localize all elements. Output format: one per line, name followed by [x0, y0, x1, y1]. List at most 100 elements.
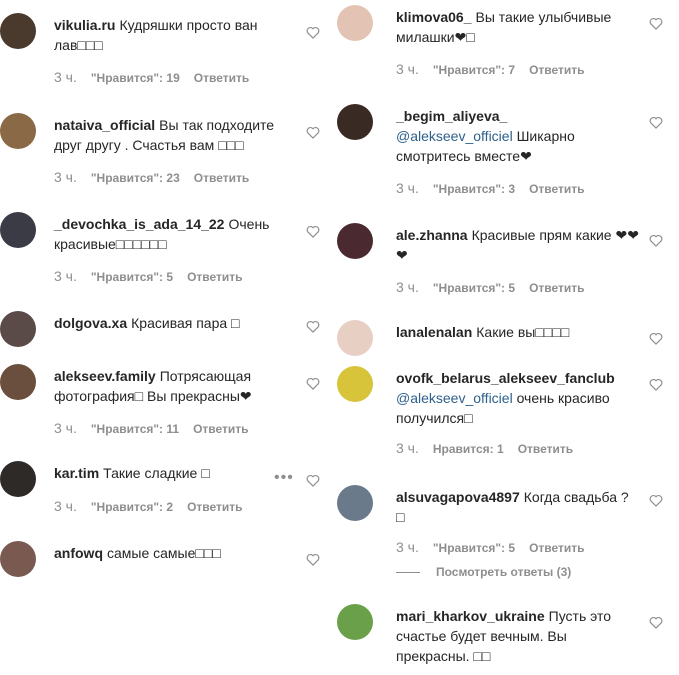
like-heart-icon[interactable]	[306, 474, 320, 487]
avatar[interactable]	[0, 364, 36, 400]
comment-time[interactable]: 3 ч.	[396, 279, 419, 295]
comment-item: nataiva_official Вы так подходите друг др…	[0, 113, 330, 193]
comment-meta: 3 ч. "Нравится": 2 Ответить	[54, 498, 243, 514]
comment-meta: 3 ч. "Нравится": 23 Ответить	[54, 169, 249, 185]
comment-time[interactable]: 3 ч.	[54, 420, 77, 436]
comment-likes[interactable]: "Нравится": 19	[91, 71, 180, 85]
comment-likes[interactable]: Нравится: 1	[433, 442, 504, 456]
avatar[interactable]	[337, 223, 373, 259]
comment-item: lanalenalan Какие вы□□□□	[337, 320, 679, 360]
more-options-icon[interactable]: •••	[274, 470, 294, 486]
like-heart-icon[interactable]	[306, 225, 320, 238]
comment-body: dolgova.xa Красивая пара □	[54, 313, 294, 333]
comment-time[interactable]: 3 ч.	[396, 180, 419, 196]
comment-time[interactable]: 3 ч.	[396, 440, 419, 456]
avatar[interactable]	[0, 461, 36, 497]
comment-meta: 3 ч. "Нравится": 5 Ответить	[396, 279, 585, 295]
comment-time[interactable]: 3 ч.	[54, 498, 77, 514]
comment-username[interactable]: vikulia.ru	[54, 17, 115, 33]
avatar[interactable]	[337, 604, 373, 640]
likes-label: "Нравится":	[90, 270, 164, 284]
likes-label: "Нравится":	[90, 71, 164, 85]
likes-label: "Нравится":	[432, 182, 506, 196]
comment-meta: 3 ч. "Нравится": 7 Ответить	[396, 61, 585, 77]
like-heart-icon[interactable]	[649, 378, 663, 391]
comment-likes[interactable]: "Нравится": 2	[91, 500, 173, 514]
reply-button[interactable]: Ответить	[529, 182, 584, 196]
comment-username[interactable]: alekseev.family	[54, 368, 156, 384]
comment-meta: 3 ч. Нравится: 1 Ответить	[396, 440, 573, 456]
comment-username[interactable]: mari_kharkov_ukraine	[396, 608, 545, 624]
like-heart-icon[interactable]	[306, 126, 320, 139]
comment-username[interactable]: kar.tim	[54, 465, 99, 481]
comment-time[interactable]: 3 ч.	[54, 169, 77, 185]
comment-username[interactable]: _begim_aliyeva_	[396, 108, 507, 124]
comment-username[interactable]: alsuvagapova4897	[396, 489, 520, 505]
comment-username[interactable]: _devochka_is_ada_14_22	[54, 216, 224, 232]
avatar[interactable]	[337, 485, 373, 521]
comment-username[interactable]: dolgova.xa	[54, 315, 127, 331]
comment-likes[interactable]: "Нравится": 5	[91, 270, 173, 284]
reply-button[interactable]: Ответить	[187, 500, 242, 514]
reply-button[interactable]: Ответить	[529, 281, 584, 295]
likes-count: 11	[166, 422, 180, 436]
comment-likes[interactable]: "Нравится": 23	[91, 171, 180, 185]
view-replies-button[interactable]: Посмотреть ответы (3)	[396, 565, 571, 579]
comment-body: _begim_aliyeva_ @alekseev_officiel Шикарн…	[396, 106, 641, 166]
like-heart-icon[interactable]	[649, 116, 663, 129]
avatar[interactable]	[0, 113, 36, 149]
avatar[interactable]	[0, 541, 36, 577]
reply-button[interactable]: Ответить	[194, 171, 249, 185]
like-heart-icon[interactable]	[649, 17, 663, 30]
comment-item: _begim_aliyeva_ @alekseev_officiel Шикарн…	[337, 104, 679, 204]
comment-username[interactable]: ale.zhanna	[396, 227, 468, 243]
comment-likes[interactable]: "Нравится": 5	[433, 281, 515, 295]
like-heart-icon[interactable]	[649, 234, 663, 247]
comment-mention-link[interactable]: @alekseev_officiel	[396, 128, 513, 144]
like-heart-icon[interactable]	[649, 616, 663, 629]
comment-username[interactable]: ovofk_belarus_alekseev_fanclub	[396, 370, 615, 386]
like-heart-icon[interactable]	[306, 377, 320, 390]
reply-button[interactable]: Ответить	[529, 63, 584, 77]
comment-text: самые самые□□□	[107, 545, 221, 561]
like-heart-icon[interactable]	[306, 553, 320, 566]
comment-body: anfowq самые самые□□□	[54, 543, 294, 563]
avatar[interactable]	[337, 5, 373, 41]
comment-username[interactable]: nataiva_official	[54, 117, 155, 133]
likes-label: Нравится:	[432, 442, 494, 456]
comment-likes[interactable]: "Нравится": 11	[91, 422, 179, 436]
comment-mention-link[interactable]: @alekseev_officiel	[396, 390, 513, 406]
comment-time[interactable]: 3 ч.	[54, 69, 77, 85]
reply-button[interactable]: Ответить	[193, 422, 248, 436]
like-heart-icon[interactable]	[649, 332, 663, 345]
avatar[interactable]	[337, 366, 373, 402]
avatar[interactable]	[337, 104, 373, 140]
like-heart-icon[interactable]	[306, 26, 320, 39]
reply-button[interactable]: Ответить	[518, 442, 573, 456]
comment-likes[interactable]: "Нравится": 5	[433, 541, 515, 555]
avatar[interactable]	[0, 13, 36, 49]
avatar[interactable]	[0, 311, 36, 347]
comment-username[interactable]: lanalenalan	[396, 324, 472, 340]
comment-body: ovofk_belarus_alekseev_fanclub @alekseev_…	[396, 368, 641, 428]
comment-time[interactable]: 3 ч.	[54, 268, 77, 284]
reply-button[interactable]: Ответить	[187, 270, 242, 284]
avatar[interactable]	[337, 320, 373, 356]
comment-username[interactable]: klimova06_	[396, 9, 472, 25]
like-heart-icon[interactable]	[649, 494, 663, 507]
comment-meta: 3 ч. "Нравится": 5 Ответить	[54, 268, 243, 284]
likes-label: "Нравится":	[90, 171, 164, 185]
comment-username[interactable]: anfowq	[54, 545, 103, 561]
like-heart-icon[interactable]	[306, 320, 320, 333]
comment-body: lanalenalan Какие вы□□□□	[396, 322, 641, 342]
comment-item: mari_kharkov_ukraine Пусть это счастье бу…	[337, 604, 679, 674]
comment-time[interactable]: 3 ч.	[396, 61, 419, 77]
reply-button[interactable]: Ответить	[194, 71, 249, 85]
comment-likes[interactable]: "Нравится": 7	[433, 63, 515, 77]
likes-label: "Нравится":	[432, 541, 506, 555]
comment-time[interactable]: 3 ч.	[396, 539, 419, 555]
comment-body: alsuvagapova4897 Когда свадьба ? □	[396, 487, 641, 527]
avatar[interactable]	[0, 212, 36, 248]
reply-button[interactable]: Ответить	[529, 541, 584, 555]
comment-likes[interactable]: "Нравится": 3	[433, 182, 515, 196]
